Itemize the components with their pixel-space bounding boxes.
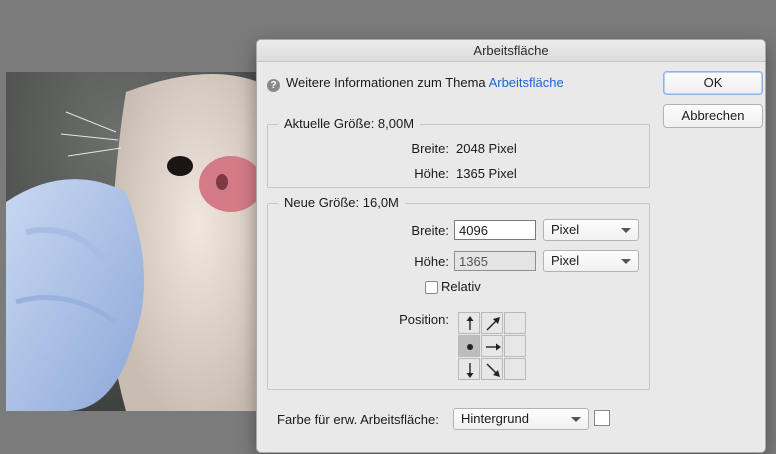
position-label: Position: bbox=[399, 312, 449, 327]
help-text: Weitere Informationen zum Thema bbox=[286, 75, 486, 90]
anchor-bottom-right[interactable] bbox=[504, 358, 526, 380]
width-input[interactable]: 4096 bbox=[454, 220, 536, 240]
anchor-middle-center[interactable] bbox=[481, 335, 503, 357]
canvas-color-value: Hintergrund bbox=[461, 411, 529, 426]
help-link[interactable]: Arbeitsfläche bbox=[489, 75, 564, 90]
help-info-row: ? Weitere Informationen zum Thema Arbeits… bbox=[267, 74, 564, 92]
current-height-label: Höhe: bbox=[414, 166, 449, 181]
current-width-value: 2048 Pixel bbox=[456, 141, 517, 156]
canvas-color-select[interactable]: Hintergrund bbox=[453, 408, 589, 430]
canvas-color-label: Farbe für erw. Arbeitsfläche: bbox=[277, 412, 439, 427]
anchor-top-center[interactable] bbox=[481, 312, 503, 334]
anchor-dot-icon bbox=[467, 344, 473, 350]
width-unit-value: Pixel bbox=[551, 222, 580, 237]
arrow-up-right-icon bbox=[486, 317, 500, 331]
height-unit-select[interactable]: Pixel bbox=[543, 250, 639, 272]
new-size-legend: Neue Größe: 16,0M bbox=[278, 195, 405, 211]
help-icon[interactable]: ? bbox=[267, 79, 280, 92]
background-photo bbox=[6, 72, 258, 411]
new-height-label: Höhe: bbox=[414, 254, 449, 269]
anchor-middle-left[interactable] bbox=[458, 335, 480, 357]
anchor-top-left[interactable] bbox=[458, 312, 480, 334]
current-height-value: 1365 Pixel bbox=[456, 166, 517, 181]
arrow-down-icon bbox=[466, 363, 474, 378]
relative-label: Relativ bbox=[441, 279, 481, 294]
current-size-group: Aktuelle Größe: 8,00M Breite: 2048 Pixel… bbox=[267, 116, 650, 188]
arrow-right-icon bbox=[486, 343, 501, 351]
anchor-middle-right[interactable] bbox=[504, 335, 526, 357]
arrow-down-right-icon bbox=[486, 363, 500, 377]
canvas-color-swatch[interactable] bbox=[594, 410, 610, 426]
anchor-top-right[interactable] bbox=[504, 312, 526, 334]
anchor-grid bbox=[458, 312, 527, 381]
current-size-legend: Aktuelle Größe: 8,00M bbox=[278, 116, 421, 132]
new-size-group: Neue Größe: 16,0M Breite: 4096 Pixel Höh… bbox=[267, 195, 650, 390]
arrow-up-icon bbox=[466, 316, 474, 330]
height-input[interactable]: 1365 bbox=[454, 251, 536, 271]
chevron-down-icon bbox=[621, 259, 631, 264]
width-unit-select[interactable]: Pixel bbox=[543, 219, 639, 241]
anchor-bottom-center[interactable] bbox=[481, 358, 503, 380]
ok-button[interactable]: OK bbox=[663, 71, 763, 95]
chevron-down-icon bbox=[571, 417, 581, 422]
chevron-down-icon bbox=[621, 228, 631, 233]
new-width-label: Breite: bbox=[411, 223, 449, 238]
anchor-bottom-left[interactable] bbox=[458, 358, 480, 380]
current-width-label: Breite: bbox=[411, 141, 449, 156]
dialog-title: Arbeitsfläche bbox=[257, 40, 765, 62]
canvas-size-dialog: Arbeitsfläche ? Weitere Informationen zum… bbox=[256, 39, 766, 453]
height-unit-value: Pixel bbox=[551, 253, 580, 268]
cancel-button[interactable]: Abbrechen bbox=[663, 104, 763, 128]
relative-checkbox[interactable] bbox=[425, 281, 438, 294]
